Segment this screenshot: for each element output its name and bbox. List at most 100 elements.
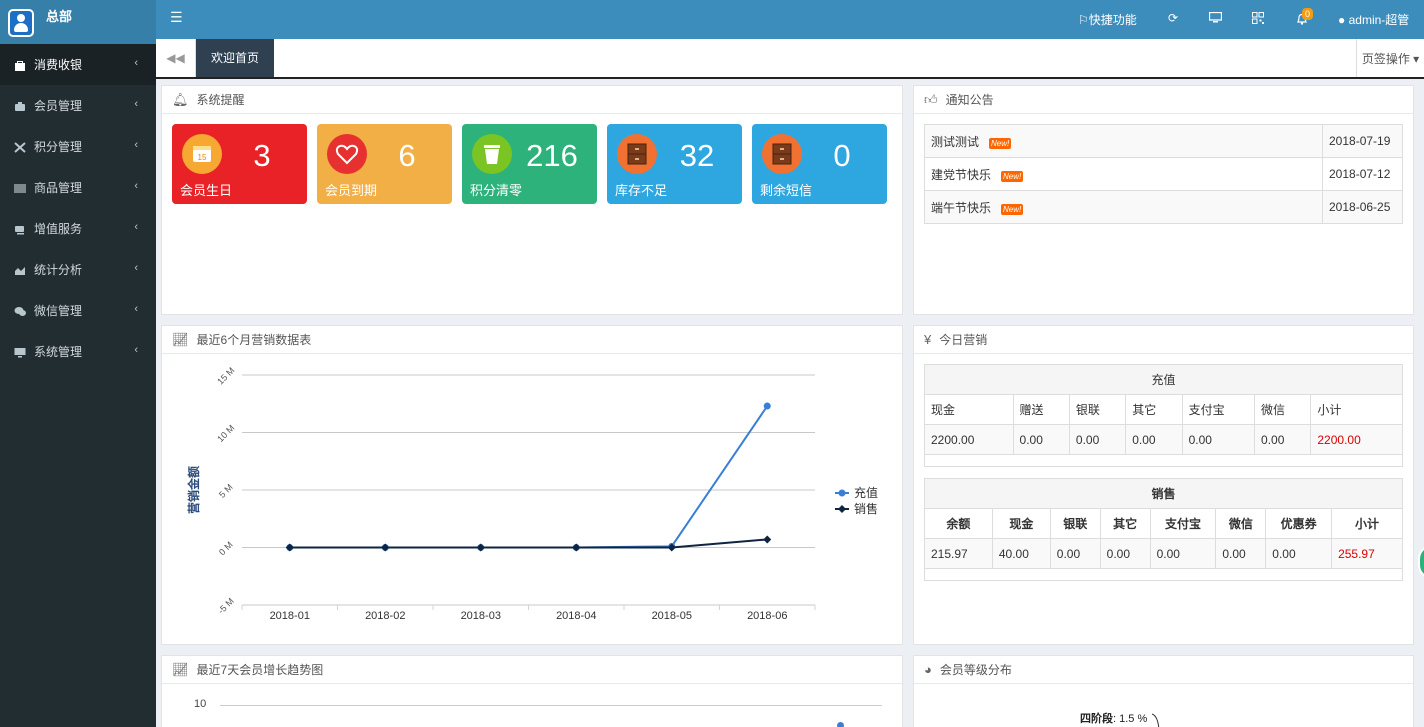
data-point	[763, 535, 772, 544]
stat-card[interactable]: 6 会员到期	[317, 124, 452, 204]
notice-title: 端午节快乐	[931, 200, 992, 215]
y-axis-label: 营销金额	[186, 466, 201, 514]
stat-card[interactable]: 216 积分清零	[462, 124, 597, 204]
line-chart-icon: 📈︎	[172, 331, 189, 347]
notice-row[interactable]: 端午节快乐 New! 2018-06-25	[924, 190, 1403, 224]
bag-icon	[14, 60, 26, 71]
table-cell: 40.00	[991, 538, 1051, 569]
column-header: 余额	[924, 508, 993, 539]
member-level-panel: ◕ 会员等级分布 四阶段: 1.5 %	[913, 655, 1414, 727]
legend-label: 充值	[854, 485, 878, 500]
sidebar-item-wechat[interactable]: 微信管理 ‹	[0, 290, 156, 331]
tab-bar: ◀◀ 欢迎首页 页签操作 ▾	[156, 39, 1424, 79]
y-tick-label: 0 M	[217, 540, 235, 558]
stat-label: 会员生日	[180, 183, 233, 198]
tab-scroll-left-button[interactable]: ◀◀	[156, 39, 196, 77]
notice-title-cell[interactable]: 端午节快乐 New!	[924, 190, 1323, 224]
sales-line-chart: -5 M 0 M 5 M 10 M 15 M 2018-01 2018-02 2018-03 2…	[186, 365, 878, 622]
recharge-caption: 充值	[924, 364, 1403, 395]
logo-icon	[8, 9, 34, 37]
chevron-left-icon: ‹	[134, 180, 138, 192]
sidebar-item-cashier[interactable]: 消费收银 ‹	[0, 44, 156, 85]
chevron-left-icon: ‹	[134, 98, 138, 110]
sidebar-item-stats[interactable]: 统计分析 ‹	[0, 249, 156, 290]
chevron-left-icon: ‹	[134, 303, 138, 315]
today-sales-panel: ¥ 今日营销 充值 现金 赠送 银联 其它 支付宝 微信 小计 2200.00 0.00 0.0…	[913, 325, 1414, 645]
quick-functions-button[interactable]: ⚐快捷功能	[1078, 11, 1137, 28]
column-header: 支付宝	[1149, 508, 1217, 539]
panel-title: 系统提醒	[196, 93, 245, 107]
sidebar-item-points[interactable]: 积分管理 ‹	[0, 126, 156, 167]
table-cell: 支付宝	[1181, 394, 1256, 425]
notice-date: 2018-06-25	[1322, 190, 1403, 224]
cabinet-icon	[617, 134, 657, 174]
table-cell: 0.00	[1149, 538, 1217, 569]
menu-toggle-icon[interactable]: ☰	[170, 9, 183, 26]
notice-title-cell[interactable]: 测试测试 New!	[924, 124, 1323, 158]
notice-row[interactable]: 建党节快乐 New! 2018-07-12	[924, 157, 1403, 191]
sidebar-item-services[interactable]: 增值服务 ‹	[0, 208, 156, 249]
area-chart-icon	[14, 265, 26, 275]
column-header: 其它	[1099, 508, 1151, 539]
stat-label: 库存不足	[615, 183, 668, 198]
stat-value: 6	[398, 138, 416, 173]
sidebar-item-goods[interactable]: 商品管理 ‹	[0, 167, 156, 208]
chevron-left-icon: ‹	[134, 344, 138, 356]
x-tick-label: 2018-01	[270, 610, 310, 622]
y-tick-label: 10 M	[215, 423, 236, 444]
x-tick-label: 2018-04	[556, 610, 596, 622]
chevron-left-icon: ‹	[134, 262, 138, 274]
new-badge: New!	[989, 137, 1012, 149]
pie-label-name: 四阶段	[1080, 713, 1113, 725]
table-cell: 0.00	[1068, 424, 1127, 455]
chevron-left-icon: ‹	[134, 57, 138, 69]
panel-header: ◕ 会员等级分布	[914, 656, 1413, 684]
sidebar-item-members[interactable]: 会员管理 ‹	[0, 85, 156, 126]
sidebar-item-label: 商品管理	[34, 181, 83, 195]
stat-card[interactable]: 0 剩余短信	[752, 124, 887, 204]
data-point	[763, 402, 771, 410]
notification-count-badge: 0	[1302, 8, 1314, 20]
data-point	[837, 722, 844, 727]
sidebar-item-label: 会员管理	[34, 99, 83, 113]
stat-label: 会员到期	[325, 183, 378, 198]
notice-title-cell[interactable]: 建党节快乐 New!	[924, 157, 1323, 191]
panel-header: 📈︎ 最近7天会员增长趋势图	[162, 656, 902, 684]
system-reminder-panel: 🔔︎ 系统提醒 15 3 会员生日 6 会员到期 216 积分清零 32 库存不足 0 剩余短信	[161, 85, 903, 315]
sidebar-item-label: 积分管理	[34, 140, 83, 154]
user-menu[interactable]: ● admin-超管	[1338, 11, 1409, 28]
table-cell: 小计	[1310, 394, 1403, 425]
stat-card[interactable]: 15 3 会员生日	[172, 124, 307, 204]
sidebar: 总部 消费收银 ‹ 会员管理 ‹ 积分管理 ‹ 商品管理 ‹ 增值服务 ‹ 统计…	[0, 0, 156, 727]
chevron-left-icon: ‹	[134, 221, 138, 233]
qrcode-icon[interactable]	[1252, 12, 1264, 27]
panel-title: 最近6个月营销数据表	[196, 333, 312, 347]
stat-card[interactable]: 32 库存不足	[607, 124, 742, 204]
refresh-icon[interactable]: ⟳	[1168, 11, 1178, 25]
y-tick-label: 5 M	[217, 482, 235, 500]
bell-outline-icon: 🔔︎	[172, 91, 189, 107]
tab-welcome[interactable]: 欢迎首页	[196, 39, 274, 77]
sidebar-item-label: 消费收银	[34, 58, 83, 72]
table-cell: 银联	[1068, 394, 1127, 425]
member-growth-panel: 📈︎ 最近7天会员增长趋势图 10	[161, 655, 903, 727]
table-cell: 255.97	[1331, 538, 1403, 569]
tab-operations-dropdown[interactable]: 页签操作 ▾	[1356, 39, 1424, 77]
notice-row[interactable]: 测试测试 New! 2018-07-19	[924, 124, 1403, 158]
panel-title: 会员等级分布	[939, 663, 1012, 677]
stat-value: 0	[833, 138, 851, 173]
table-cell: 微信	[1254, 394, 1312, 425]
pie-label-connector	[1151, 713, 1160, 727]
panel-header: 📈︎ 最近6个月营销数据表	[162, 326, 902, 354]
table-cell: 0.00	[1181, 424, 1256, 455]
table-cell: 0.00	[1012, 424, 1070, 455]
yen-icon: ¥	[924, 332, 932, 347]
data-point	[572, 543, 581, 552]
sidebar-item-system[interactable]: 系统管理 ‹	[0, 331, 156, 372]
brand[interactable]: 总部	[0, 0, 156, 44]
float-service-button[interactable]	[1418, 545, 1424, 579]
desktop-icon[interactable]	[1208, 11, 1223, 26]
heart-icon	[327, 134, 367, 174]
top-navbar: ☰ ⚐快捷功能 ⟳ 0 ● admin-超管	[156, 0, 1424, 39]
panel-title: 今日营销	[939, 333, 988, 347]
